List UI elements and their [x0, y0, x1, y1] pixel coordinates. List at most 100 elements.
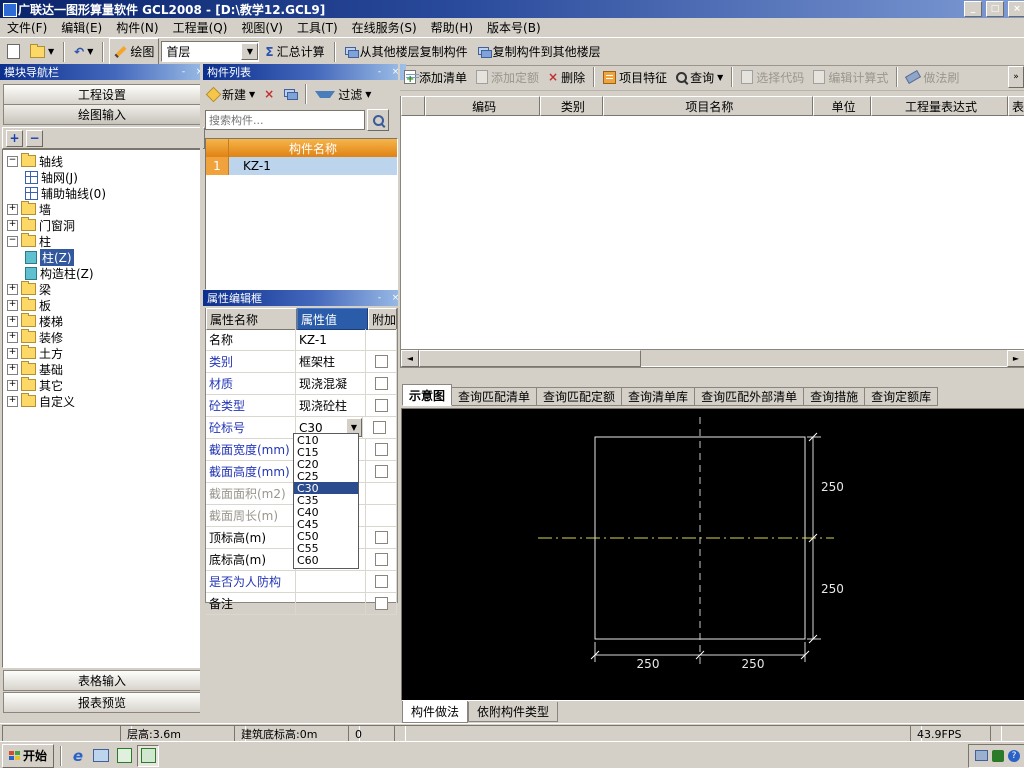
filter-button[interactable]: 过滤 ▼ [312, 83, 374, 105]
project-settings-button[interactable]: 工程设置 [3, 84, 201, 105]
dropdown-option[interactable]: C10 [294, 434, 358, 446]
dropdown-option[interactable]: C25 [294, 470, 358, 482]
tree-item-axis[interactable]: −轴线 [3, 153, 201, 169]
property-value[interactable]: 现浇砼柱 [296, 395, 366, 416]
menu-tools[interactable]: 工具(T) [290, 18, 345, 37]
tree-item-earthwork[interactable]: +土方 [3, 345, 201, 361]
app-quicklaunch-icon[interactable] [114, 746, 134, 766]
tab-match-list[interactable]: 查询匹配清单 [452, 387, 537, 406]
pin-icon[interactable]: - [177, 66, 190, 78]
tab-match-external[interactable]: 查询匹配外部清单 [695, 387, 804, 406]
checkbox[interactable] [375, 355, 388, 368]
tree-item-opening[interactable]: +门窗洞 [3, 217, 201, 233]
select-code-button[interactable]: 选择代码 [737, 64, 808, 90]
collapse-icon[interactable]: − [7, 236, 18, 247]
tray-help-icon[interactable]: ? [1008, 750, 1020, 762]
tray-display-icon[interactable] [974, 749, 988, 763]
tree-item-column-z[interactable]: 柱(Z) [3, 249, 201, 265]
checkbox[interactable] [375, 531, 388, 544]
tree-item-foundation[interactable]: +基础 [3, 361, 201, 377]
tab-measures[interactable]: 查询措施 [804, 387, 865, 406]
expand-icon[interactable]: + [7, 348, 18, 359]
copy-from-floor-button[interactable]: 从其他楼层复制构件 [341, 39, 472, 65]
dropdown-option[interactable]: C60 [294, 554, 358, 566]
tree-item-custom[interactable]: +自定义 [3, 393, 201, 409]
new-component-button[interactable]: 新建 ▼ [205, 83, 258, 105]
tree-item-wall[interactable]: +墙 [3, 201, 201, 217]
tray-status-icon[interactable] [992, 750, 1004, 762]
new-file-button[interactable] [3, 39, 24, 65]
horizontal-scrollbar[interactable]: ◄ ► [401, 349, 1024, 366]
summary-calc-button[interactable]: Σ 汇总计算 [261, 39, 328, 65]
tab-quota-library[interactable]: 查询定额库 [865, 387, 938, 406]
tree-item-axis-grid[interactable]: 轴网(J) [3, 169, 201, 185]
tree-item-stairs[interactable]: +楼梯 [3, 313, 201, 329]
expand-icon[interactable]: + [7, 364, 18, 375]
tab-diagram[interactable]: 示意图 [402, 384, 452, 406]
tree-item-beam[interactable]: +梁 [3, 281, 201, 297]
checkbox[interactable] [375, 443, 388, 456]
expand-icon[interactable]: + [7, 316, 18, 327]
collapse-icon[interactable]: − [7, 156, 18, 167]
checkbox[interactable] [375, 399, 388, 412]
dropdown-option[interactable]: C20 [294, 458, 358, 470]
collapse-all-button[interactable]: − [26, 130, 43, 147]
draw-input-button[interactable]: 绘图输入 [3, 104, 201, 125]
expand-icon[interactable]: + [7, 300, 18, 311]
tree-item-aux-axis[interactable]: 辅助轴线(0) [3, 185, 201, 201]
concrete-grade-dropdown[interactable]: C10 C15 C20 C25 C30 C35 C40 C45 C50 C55 … [293, 433, 359, 569]
menu-edit[interactable]: 编辑(E) [54, 18, 109, 37]
tree-item-slab[interactable]: +板 [3, 297, 201, 313]
dropdown-option[interactable]: C15 [294, 446, 358, 458]
property-value[interactable]: KZ-1 [296, 329, 366, 350]
tree-item-decoration[interactable]: +装修 [3, 329, 201, 345]
chevron-down-icon[interactable]: ▼ [241, 43, 258, 60]
dropdown-option[interactable]: C55 [294, 542, 358, 554]
expand-icon[interactable]: + [7, 332, 18, 343]
undo-button[interactable]: ↶▼ [70, 39, 97, 65]
menu-view[interactable]: 视图(V) [234, 18, 290, 37]
edit-formula-button[interactable]: 编辑计算式 [809, 64, 892, 90]
project-feature-button[interactable]: 项目特征 [599, 64, 671, 90]
tree-item-column[interactable]: −柱 [3, 233, 201, 249]
method-brush-button[interactable]: 做法刷 [902, 64, 963, 90]
tab-match-quota[interactable]: 查询匹配定额 [537, 387, 622, 406]
search-button[interactable] [367, 109, 389, 131]
search-input[interactable] [205, 110, 365, 130]
expand-icon[interactable]: + [7, 380, 18, 391]
diagram-canvas[interactable]: 250 250 250 250 [401, 408, 1024, 701]
dropdown-option-selected[interactable]: C30 [294, 482, 358, 494]
component-row[interactable]: 1 KZ-1 [206, 157, 397, 175]
checkbox[interactable] [375, 575, 388, 588]
menu-online[interactable]: 在线服务(S) [345, 18, 424, 37]
checkbox[interactable] [375, 597, 388, 610]
scroll-left-button[interactable]: ◄ [401, 350, 419, 367]
pin-icon[interactable]: - [373, 292, 386, 304]
scroll-right-button[interactable]: ► [1007, 350, 1024, 367]
tab-attached-component-type[interactable]: 依附构件类型 [468, 702, 558, 722]
toolbar-overflow-button[interactable]: » [1008, 66, 1024, 88]
menu-quantity[interactable]: 工程量(Q) [166, 18, 235, 37]
expand-icon[interactable]: + [7, 284, 18, 295]
menu-version[interactable]: 版本号(B) [480, 18, 548, 37]
delete-row-button[interactable]: × 删除 [544, 64, 589, 90]
open-file-button[interactable]: ▼ [26, 39, 58, 65]
expand-icon[interactable]: + [7, 396, 18, 407]
tab-list-library[interactable]: 查询清单库 [622, 387, 695, 406]
copy-component-button[interactable] [280, 82, 300, 106]
close-button[interactable]: × [1008, 1, 1024, 17]
property-value[interactable]: 框架柱 [296, 351, 366, 372]
report-preview-button[interactable]: 报表预览 [3, 692, 201, 713]
title-bar[interactable]: 广联达一图形算量软件 GCL2008 - [D:\教学12.GCL9] _ □ … [0, 0, 1024, 18]
checkbox[interactable] [375, 553, 388, 566]
draw-mode-button[interactable]: 绘图 [109, 38, 159, 66]
listing-grid-body[interactable] [401, 115, 1024, 349]
add-quota-button[interactable]: 添加定额 [472, 64, 543, 90]
browser-quicklaunch-icon[interactable]: e [68, 746, 88, 766]
maximize-button[interactable]: □ [986, 1, 1004, 17]
dropdown-option[interactable]: C50 [294, 530, 358, 542]
dropdown-option[interactable]: C40 [294, 506, 358, 518]
tree-item-constructional-column[interactable]: 构造柱(Z) [3, 265, 201, 281]
add-list-item-button[interactable]: + 添加清单 [400, 64, 471, 90]
delete-component-button[interactable]: × [260, 82, 278, 106]
